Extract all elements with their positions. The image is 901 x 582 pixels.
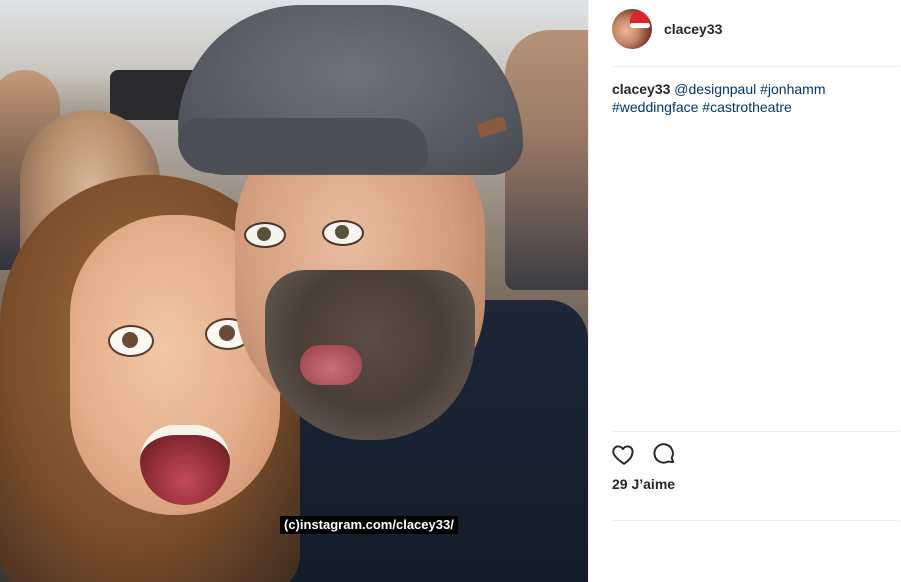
comment-divider: [612, 520, 900, 521]
caption-hashtag-weddingface[interactable]: #weddingface: [612, 99, 698, 115]
avatar-santa-hat: [630, 11, 650, 28]
avatar[interactable]: [612, 9, 652, 49]
photo-woman-eye-left: [108, 325, 154, 357]
instagram-post: (c)instagram.com/clacey33/ clacey33 clac…: [0, 0, 901, 582]
photo-man-cap-brim: [178, 118, 428, 173]
heart-icon[interactable]: [611, 441, 637, 467]
caption-mention[interactable]: @designpaul: [674, 81, 756, 97]
caption-username[interactable]: clacey33: [612, 81, 670, 97]
likes-count[interactable]: 29 J’aime: [612, 476, 675, 492]
post-actions: [611, 441, 691, 467]
caption-hashtag-jonhamm[interactable]: #jonhamm: [760, 81, 825, 97]
post-side-panel: clacey33 clacey33 @designpaul #jonhamm #…: [588, 0, 901, 582]
photo-watermark: (c)instagram.com/clacey33/: [280, 516, 458, 534]
comment-icon[interactable]: [651, 441, 677, 467]
post-photo: (c)instagram.com/clacey33/: [0, 0, 588, 582]
photo-man-eye-left: [244, 222, 286, 248]
photo-man-mouth: [300, 345, 362, 385]
caption-hashtag-castrotheatre[interactable]: #castrotheatre: [702, 99, 792, 115]
header-username[interactable]: clacey33: [664, 21, 722, 37]
post-header: clacey33: [612, 9, 722, 49]
actions-divider: [612, 431, 900, 432]
photo-man-eye-right: [322, 220, 364, 246]
post-caption: clacey33 @designpaul #jonhamm #weddingfa…: [612, 80, 882, 116]
header-divider: [612, 66, 900, 67]
